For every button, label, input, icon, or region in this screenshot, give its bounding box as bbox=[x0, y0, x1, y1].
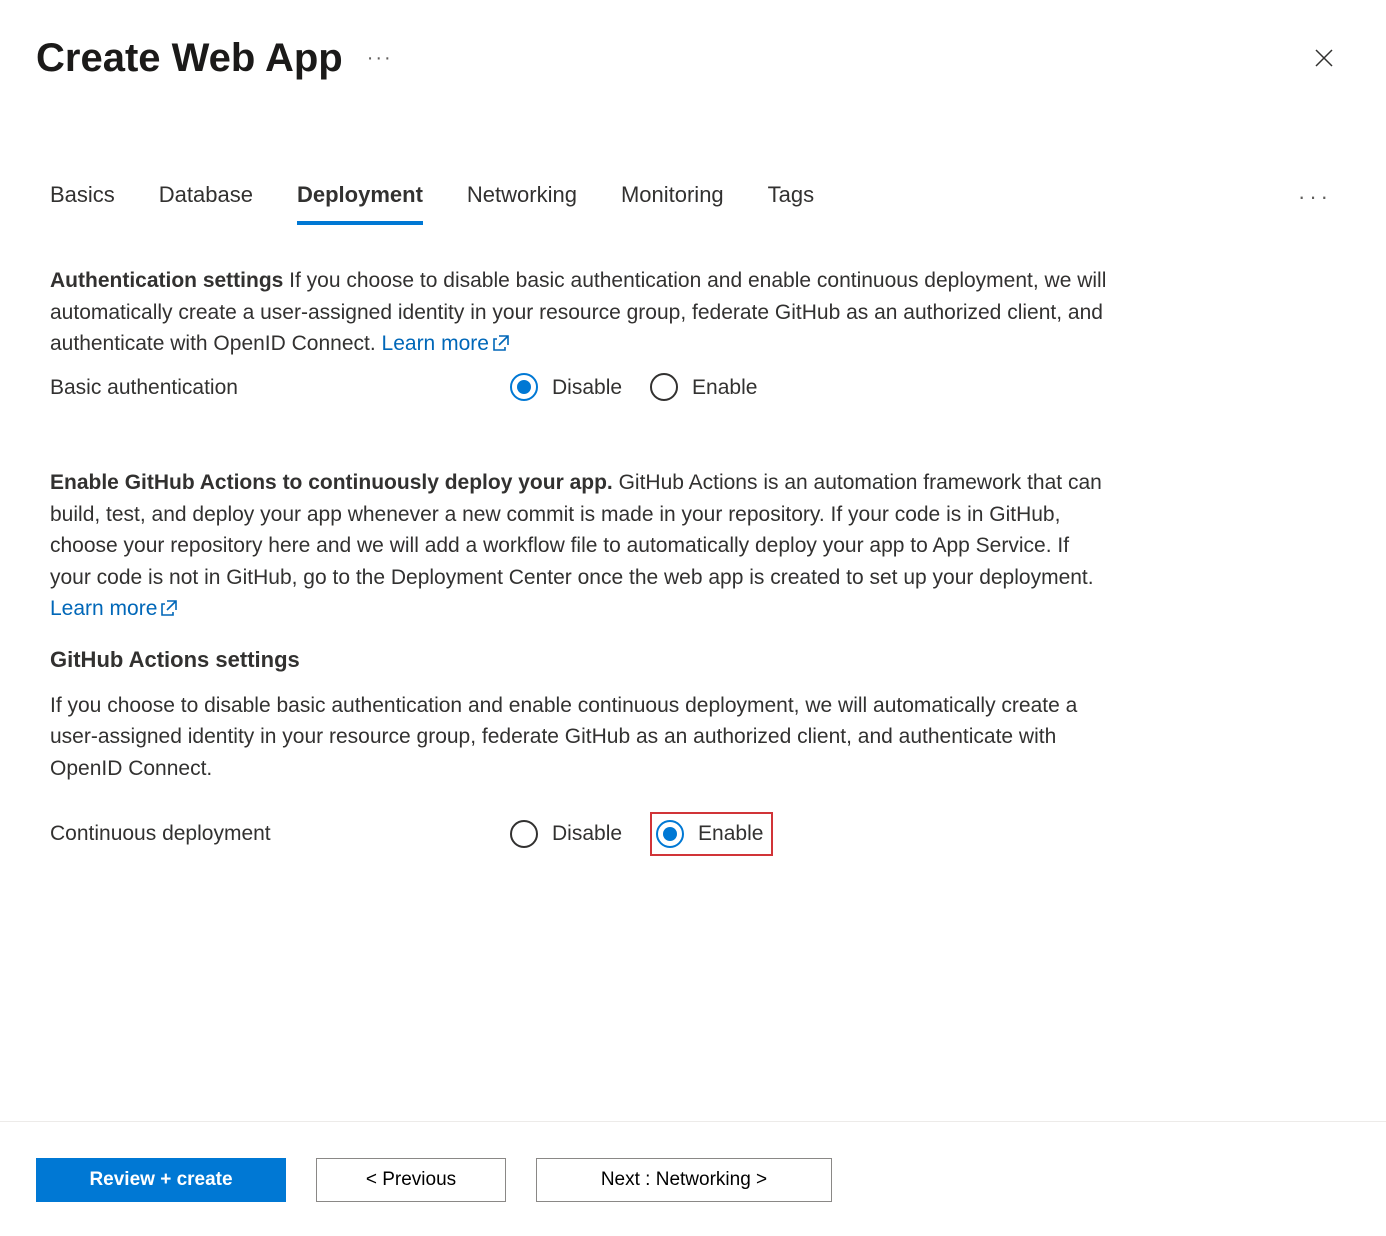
cd-enable-label: Enable bbox=[698, 818, 763, 850]
tabs-overflow-icon[interactable]: ··· bbox=[1298, 180, 1332, 213]
tab-basics[interactable]: Basics bbox=[50, 168, 115, 225]
basic-auth-disable-label: Disable bbox=[552, 372, 622, 404]
external-link-icon bbox=[493, 335, 509, 351]
tab-tags[interactable]: Tags bbox=[768, 168, 814, 225]
auth-learn-more-text: Learn more bbox=[382, 332, 489, 355]
tab-monitoring[interactable]: Monitoring bbox=[621, 168, 724, 225]
basic-auth-row: Basic authentication Disable Enable bbox=[50, 372, 1110, 404]
cd-enable-highlight: Enable bbox=[650, 812, 773, 856]
gha-heading: Enable GitHub Actions to continuously de… bbox=[50, 471, 613, 494]
cd-disable-label: Disable bbox=[552, 818, 622, 850]
tab-bar: Basics Database Deployment Networking Mo… bbox=[0, 168, 1386, 225]
gha-learn-more-text: Learn more bbox=[50, 597, 157, 620]
gha-description: Enable GitHub Actions to continuously de… bbox=[50, 467, 1110, 625]
external-link-icon bbox=[161, 600, 177, 616]
gha-settings-heading: GitHub Actions settings bbox=[50, 643, 1110, 676]
cd-enable-radio[interactable]: Enable bbox=[656, 818, 763, 850]
radio-icon bbox=[650, 373, 678, 401]
previous-button[interactable]: < Previous bbox=[316, 1158, 506, 1202]
footer-bar: Review + create < Previous Next : Networ… bbox=[0, 1121, 1386, 1236]
close-icon bbox=[1313, 47, 1335, 69]
gha-learn-more-link[interactable]: Learn more bbox=[50, 597, 177, 620]
gha-settings-body: If you choose to disable basic authentic… bbox=[50, 690, 1110, 785]
review-create-button[interactable]: Review + create bbox=[36, 1158, 286, 1202]
next-button[interactable]: Next : Networking > bbox=[536, 1158, 832, 1202]
tab-database[interactable]: Database bbox=[159, 168, 253, 225]
auth-heading: Authentication settings bbox=[50, 269, 283, 292]
basic-auth-enable-radio[interactable]: Enable bbox=[650, 372, 757, 404]
tab-deployment[interactable]: Deployment bbox=[297, 168, 423, 225]
radio-icon bbox=[510, 373, 538, 401]
radio-icon bbox=[510, 820, 538, 848]
basic-auth-disable-radio[interactable]: Disable bbox=[510, 372, 622, 404]
close-button[interactable] bbox=[1306, 40, 1342, 76]
continuous-deployment-label: Continuous deployment bbox=[50, 818, 510, 850]
auth-description: Authentication settings If you choose to… bbox=[50, 265, 1110, 360]
basic-auth-label: Basic authentication bbox=[50, 372, 510, 404]
cd-disable-radio[interactable]: Disable bbox=[510, 818, 622, 850]
header-more-icon[interactable]: ··· bbox=[367, 43, 393, 73]
radio-icon bbox=[656, 820, 684, 848]
auth-learn-more-link[interactable]: Learn more bbox=[382, 332, 509, 355]
basic-auth-radio-group: Disable Enable bbox=[510, 372, 757, 404]
basic-auth-enable-label: Enable bbox=[692, 372, 757, 404]
tab-networking[interactable]: Networking bbox=[467, 168, 577, 225]
content-area: Authentication settings If you choose to… bbox=[0, 225, 1160, 856]
continuous-deployment-radio-group: Disable Enable bbox=[510, 812, 773, 856]
page-header: Create Web App ··· bbox=[0, 0, 1386, 88]
continuous-deployment-row: Continuous deployment Disable Enable bbox=[50, 812, 1110, 856]
page-title: Create Web App bbox=[36, 28, 343, 88]
